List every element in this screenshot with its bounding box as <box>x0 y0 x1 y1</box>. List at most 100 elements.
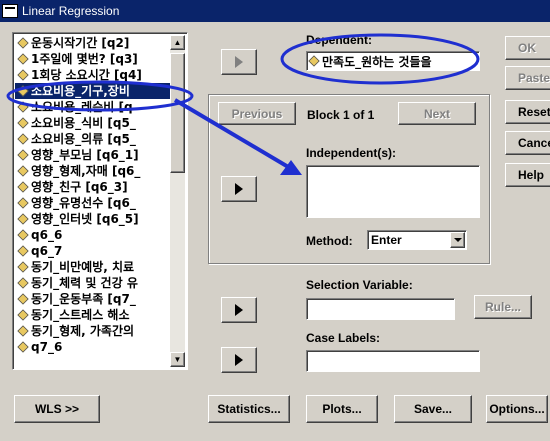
window-menu-icon[interactable] <box>2 4 18 18</box>
scale-variable-icon <box>17 341 29 353</box>
scale-variable-icon <box>17 69 29 81</box>
scale-variable-icon <box>17 197 29 209</box>
scroll-thumb[interactable] <box>170 53 185 173</box>
statistics-button[interactable]: Statistics... <box>208 395 290 423</box>
variable-name: q6_6 <box>31 228 63 242</box>
scale-variable-icon <box>17 213 29 225</box>
method-select[interactable]: Enter <box>367 230 467 250</box>
scroll-up-button[interactable]: ▲ <box>170 35 185 50</box>
reset-button[interactable]: Reset <box>505 100 550 124</box>
scale-variable-icon <box>17 85 29 97</box>
scale-variable-icon <box>308 55 320 67</box>
variable-name: 소요비용_식비 [q5_ <box>31 116 136 130</box>
variable-list-item[interactable]: q6_7 <box>15 243 171 259</box>
variable-name: 영향_부모님 [q6_1] <box>31 148 139 162</box>
variable-name: 영향_형제,자매 [q6_ <box>31 164 141 178</box>
help-button[interactable]: Help <box>505 163 550 187</box>
variable-name: 운동시작기간 [q2] <box>31 36 130 50</box>
plots-button[interactable]: Plots... <box>306 395 378 423</box>
move-to-case-labels-button[interactable] <box>221 347 257 373</box>
dependent-value: 만족도_원하는 것들을 <box>322 54 432 69</box>
variable-list-item[interactable]: 소요비용_식비 [q5_ <box>15 115 171 131</box>
title-bar: Linear Regression <box>0 0 550 22</box>
options-button[interactable]: Options... <box>486 395 548 423</box>
dependent-label: Dependent: <box>306 33 372 47</box>
scale-variable-icon <box>17 181 29 193</box>
variable-name: q6_7 <box>31 244 63 258</box>
variable-name: 영향_친구 [q6_3] <box>31 180 128 194</box>
scale-variable-icon <box>17 309 29 321</box>
variable-list-item[interactable]: q6_6 <box>15 227 171 243</box>
variable-list-item[interactable]: 동기_비만예방, 치료 <box>15 259 171 275</box>
scale-variable-icon <box>17 133 29 145</box>
variable-list-item[interactable]: 동기_형제, 가족간의 <box>15 323 171 339</box>
variable-list-item[interactable]: 영향_형제,자매 [q6_ <box>15 163 171 179</box>
variable-name: 동기_운동부족 [q7_ <box>31 292 136 306</box>
scale-variable-icon <box>17 165 29 177</box>
next-button[interactable]: Next <box>398 102 476 125</box>
ok-button[interactable]: OK <box>505 36 550 60</box>
variable-name: 소요비용_의류 [q5_ <box>31 132 136 146</box>
variable-name: 소요비용_기구,장비 <box>31 84 130 98</box>
variable-list[interactable]: 운동시작기간 [q2] 1주일에 몇번? [q3] 1회당 소요시간 [q4] 소요비… <box>12 32 188 370</box>
selection-variable-field[interactable] <box>306 298 455 320</box>
variable-name: 동기_스트레스 해소 <box>31 308 130 322</box>
variable-list-scrollbar[interactable]: ▲ ▼ <box>170 35 185 367</box>
paste-button[interactable]: Paste <box>505 66 550 90</box>
chevron-down-icon <box>453 238 462 242</box>
scale-variable-icon <box>17 101 29 113</box>
variable-list-item[interactable]: 운동시작기간 [q2] <box>15 35 171 51</box>
variable-list-item[interactable]: q7_6 <box>15 339 171 355</box>
variable-name: 영향_인터넷 [q6_5] <box>31 212 139 226</box>
method-value: Enter <box>371 233 402 247</box>
right-arrow-icon <box>235 183 243 195</box>
rule-button[interactable]: Rule... <box>474 295 532 319</box>
variable-list-item[interactable]: 소요비용_기구,장비 <box>15 83 171 99</box>
wls-button[interactable]: WLS >> <box>14 395 100 423</box>
move-to-independent-button[interactable] <box>221 176 257 202</box>
window-title: Linear Regression <box>22 4 120 18</box>
variable-list-item[interactable]: 영향_인터넷 [q6_5] <box>15 211 171 227</box>
scale-variable-icon <box>17 261 29 273</box>
scale-variable-icon <box>17 37 29 49</box>
cancel-button[interactable]: Cancel <box>505 131 550 155</box>
variable-name: 소요비용_레슨비 [q <box>31 100 133 114</box>
right-arrow-icon <box>235 304 243 316</box>
scale-variable-icon <box>17 325 29 337</box>
scroll-down-button[interactable]: ▼ <box>170 352 185 367</box>
scale-variable-icon <box>17 149 29 161</box>
variable-name: 영향_유명선수 [q6_ <box>31 196 136 210</box>
variable-list-item[interactable]: 영향_부모님 [q6_1] <box>15 147 171 163</box>
block-indicator: Block 1 of 1 <box>307 108 375 122</box>
dropdown-button[interactable] <box>450 232 465 248</box>
variable-list-item[interactable]: 영향_친구 [q6_3] <box>15 179 171 195</box>
case-labels-label: Case Labels: <box>306 331 381 345</box>
variable-list-item[interactable]: 동기_운동부족 [q7_ <box>15 291 171 307</box>
move-to-dependent-button[interactable] <box>221 49 257 75</box>
selection-variable-label: Selection Variable: <box>306 278 413 292</box>
scale-variable-icon <box>17 229 29 241</box>
variable-list-item[interactable]: 1주일에 몇번? [q3] <box>15 51 171 67</box>
independent-label: Independent(s): <box>306 146 396 160</box>
scale-variable-icon <box>17 53 29 65</box>
variable-list-items: 운동시작기간 [q2] 1주일에 몇번? [q3] 1회당 소요시간 [q4] 소요비… <box>15 35 171 367</box>
move-to-selection-variable-button[interactable] <box>221 297 257 323</box>
variable-list-item[interactable]: 영향_유명선수 [q6_ <box>15 195 171 211</box>
variable-list-item[interactable]: 동기_체력 및 건강 유 <box>15 275 171 291</box>
variable-name: 동기_체력 및 건강 유 <box>31 276 138 290</box>
scale-variable-icon <box>17 117 29 129</box>
independent-list[interactable] <box>306 165 480 218</box>
scale-variable-icon <box>17 245 29 257</box>
case-labels-field[interactable] <box>306 350 480 372</box>
previous-button[interactable]: Previous <box>218 102 296 125</box>
variable-list-item[interactable]: 소요비용_레슨비 [q <box>15 99 171 115</box>
save-button[interactable]: Save... <box>394 395 472 423</box>
variable-list-item[interactable]: 1회당 소요시간 [q4] <box>15 67 171 83</box>
dependent-field[interactable]: 만족도_원하는 것들을 <box>306 51 480 71</box>
method-label: Method: <box>306 234 353 248</box>
scale-variable-icon <box>17 293 29 305</box>
variable-name: 동기_형제, 가족간의 <box>31 324 135 338</box>
variable-list-item[interactable]: 동기_스트레스 해소 <box>15 307 171 323</box>
variable-list-item[interactable]: 소요비용_의류 [q5_ <box>15 131 171 147</box>
variable-name: q7_6 <box>31 340 63 354</box>
